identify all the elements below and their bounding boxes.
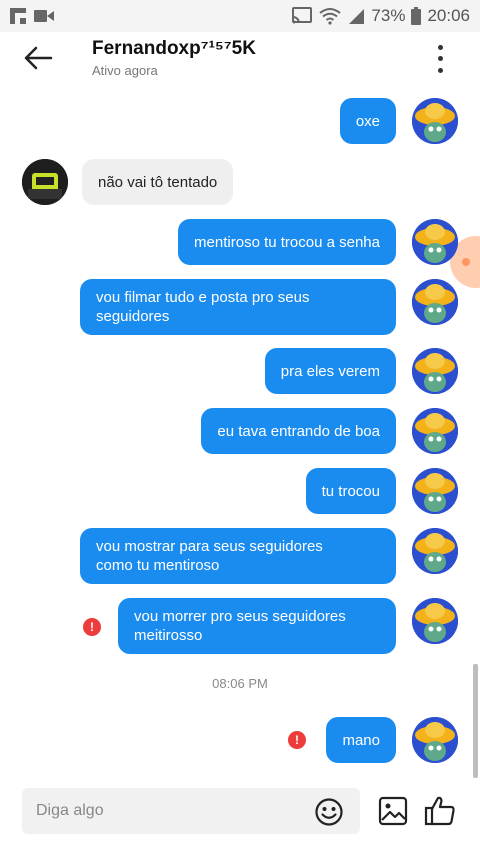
emoji-button[interactable] (314, 797, 344, 827)
contact-status: Ativo agora (92, 63, 158, 78)
avatar[interactable] (412, 279, 458, 325)
message-text-line: vou mostrar para seus seguidores (96, 538, 323, 555)
message-bubble-sent[interactable]: oxe (339, 98, 396, 144)
more-vert-icon (437, 45, 443, 51)
video-icon (34, 9, 54, 23)
message-text-line: vou morrer pro seus seguidores (134, 608, 346, 625)
message-list[interactable]: oxe não vai tô tentado mentiroso tu troc… (0, 84, 480, 780)
message-bubble-received[interactable]: não vai tô tentado (82, 159, 234, 205)
message-bubble-sent[interactable]: tu trocou (305, 468, 396, 514)
image-icon (378, 796, 408, 826)
message-text: não vai tô tentado (98, 173, 218, 191)
more-options-button[interactable] (428, 42, 452, 76)
message-text-line: vou filmar tudo e posta pro seus (96, 289, 310, 306)
message-composer (0, 780, 480, 854)
avatar[interactable] (412, 219, 458, 265)
like-button[interactable] (423, 794, 457, 828)
like-icon (424, 796, 455, 826)
message-bubble-sent[interactable]: eu tava entrando de boa (201, 408, 396, 454)
wifi-icon (319, 7, 342, 25)
message-bubble-sent[interactable]: mentiroso tu trocou a senha (178, 219, 396, 265)
avatar[interactable] (412, 717, 458, 763)
send-error-icon[interactable]: ! (288, 731, 306, 749)
chat-header: Fernandoxp⁷¹⁵⁷5K Ativo agora (0, 32, 480, 84)
emoji-icon (315, 798, 343, 826)
avatar[interactable] (412, 598, 458, 644)
message-input[interactable] (36, 802, 296, 820)
flipboard-icon (10, 8, 26, 24)
battery-icon (411, 7, 422, 25)
message-text-line: seguidores (96, 308, 170, 325)
message-bubble-sent[interactable]: mano (326, 717, 396, 763)
avatar[interactable] (412, 468, 458, 514)
message-bubble-sent[interactable]: vou filmar tudo e posta pro seus seguido… (80, 279, 396, 335)
clock: 20:06 (427, 6, 470, 25)
back-arrow-icon (24, 46, 53, 70)
avatar[interactable] (412, 408, 458, 454)
message-bubble-sent[interactable]: pra eles verem (264, 348, 396, 394)
scrollbar[interactable] (473, 664, 478, 778)
message-text: pra eles verem (280, 362, 380, 380)
signal-icon (347, 7, 365, 25)
message-bubble-sent[interactable]: vou mostrar para seus seguidores como tu… (80, 528, 396, 584)
message-text-line: meitirosso (134, 627, 203, 644)
avatar[interactable] (412, 98, 458, 144)
cast-icon (291, 7, 313, 25)
message-text: mano (342, 731, 380, 749)
status-bar: 73% 20:06 (0, 0, 480, 32)
contact-name[interactable]: Fernandoxp⁷¹⁵⁷5K (92, 38, 256, 60)
avatar[interactable] (412, 528, 458, 574)
message-text-line: como tu mentiroso (96, 557, 220, 574)
image-button[interactable] (378, 796, 408, 826)
message-text: oxe (355, 112, 380, 130)
message-timestamp: 08:06 PM (212, 676, 268, 691)
message-bubble-sent[interactable]: vou morrer pro seus seguidores meitiross… (118, 598, 396, 654)
message-text: eu tava entrando de boa (217, 422, 380, 440)
message-text: mentiroso tu trocou a senha (194, 233, 380, 251)
send-error-icon[interactable]: ! (83, 618, 101, 636)
message-input-container[interactable] (22, 788, 360, 834)
avatar[interactable] (22, 159, 68, 205)
back-button[interactable] (10, 32, 66, 84)
avatar[interactable] (412, 348, 458, 394)
battery-percent: 73% (371, 6, 406, 25)
message-text: tu trocou (321, 482, 380, 500)
